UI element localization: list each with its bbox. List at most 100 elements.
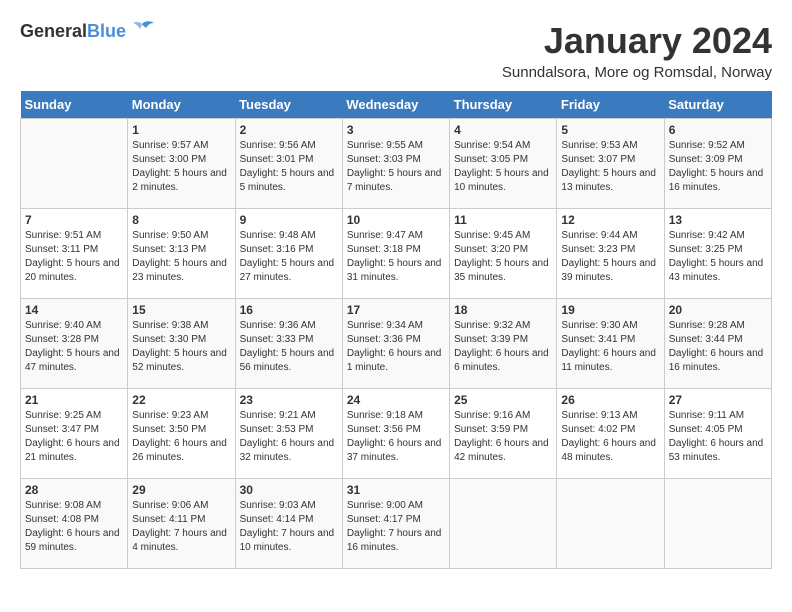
- calendar-cell: 4 Sunrise: 9:54 AMSunset: 3:05 PMDaylight…: [450, 119, 557, 209]
- day-info: Sunrise: 9:55 AMSunset: 3:03 PMDaylight:…: [347, 139, 445, 195]
- day-info: Sunrise: 9:30 AMSunset: 3:41 PMDaylight:…: [561, 319, 659, 375]
- day-info: Sunrise: 9:11 AMSunset: 4:05 PMDaylight:…: [669, 409, 767, 465]
- day-info: Sunrise: 9:48 AMSunset: 3:16 PMDaylight:…: [240, 229, 338, 285]
- weekday-header-tuesday: Tuesday: [235, 91, 342, 119]
- day-info: Sunrise: 9:25 AMSunset: 3:47 PMDaylight:…: [25, 409, 123, 465]
- logo: General Blue: [20, 20, 156, 42]
- calendar-cell: 15 Sunrise: 9:38 AMSunset: 3:30 PMDayligh…: [128, 299, 235, 389]
- logo-blue: Blue: [87, 21, 126, 42]
- day-number: 22: [132, 393, 230, 407]
- calendar-cell: 1 Sunrise: 9:57 AMSunset: 3:00 PMDaylight…: [128, 119, 235, 209]
- day-info: Sunrise: 9:23 AMSunset: 3:50 PMDaylight:…: [132, 409, 230, 465]
- day-info: Sunrise: 9:00 AMSunset: 4:17 PMDaylight:…: [347, 499, 445, 555]
- calendar-cell: [557, 479, 664, 569]
- day-number: 14: [25, 303, 123, 317]
- day-number: 9: [240, 213, 338, 227]
- day-info: Sunrise: 9:18 AMSunset: 3:56 PMDaylight:…: [347, 409, 445, 465]
- calendar-cell: 19 Sunrise: 9:30 AMSunset: 3:41 PMDayligh…: [557, 299, 664, 389]
- day-number: 1: [132, 123, 230, 137]
- calendar-cell: [664, 479, 771, 569]
- day-info: Sunrise: 9:16 AMSunset: 3:59 PMDaylight:…: [454, 409, 552, 465]
- calendar-cell: 18Sunrise: 9:32 AMSunset: 3:39 PMDayligh…: [450, 299, 557, 389]
- calendar-cell: 21 Sunrise: 9:25 AMSunset: 3:47 PMDayligh…: [21, 389, 128, 479]
- day-number: 18: [454, 303, 552, 317]
- calendar-cell: 20Sunrise: 9:28 AMSunset: 3:44 PMDayligh…: [664, 299, 771, 389]
- weekday-header-saturday: Saturday: [664, 91, 771, 119]
- day-info: Sunrise: 9:47 AMSunset: 3:18 PMDaylight:…: [347, 229, 445, 285]
- day-info: Sunrise: 9:28 AMSunset: 3:44 PMDaylight:…: [669, 319, 767, 375]
- day-info: Sunrise: 9:56 AMSunset: 3:01 PMDaylight:…: [240, 139, 338, 195]
- day-info: Sunrise: 9:45 AMSunset: 3:20 PMDaylight:…: [454, 229, 552, 285]
- day-number: 13: [669, 213, 767, 227]
- calendar-cell: 30 Sunrise: 9:03 AMSunset: 4:14 PMDayligh…: [235, 479, 342, 569]
- weekday-header-thursday: Thursday: [450, 91, 557, 119]
- calendar-cell: 28Sunrise: 9:08 AMSunset: 4:08 PMDayligh…: [21, 479, 128, 569]
- day-number: 11: [454, 213, 552, 227]
- day-info: Sunrise: 9:38 AMSunset: 3:30 PMDaylight:…: [132, 319, 230, 375]
- calendar-cell: 25 Sunrise: 9:16 AMSunset: 3:59 PMDayligh…: [450, 389, 557, 479]
- day-number: 23: [240, 393, 338, 407]
- day-number: 21: [25, 393, 123, 407]
- day-info: Sunrise: 9:54 AMSunset: 3:05 PMDaylight:…: [454, 139, 552, 195]
- calendar-week-row: 1 Sunrise: 9:57 AMSunset: 3:00 PMDaylight…: [21, 119, 772, 209]
- day-info: Sunrise: 9:53 AMSunset: 3:07 PMDaylight:…: [561, 139, 659, 195]
- day-info: Sunrise: 9:51 AMSunset: 3:11 PMDaylight:…: [25, 229, 123, 285]
- calendar-week-row: 7 Sunrise: 9:51 AMSunset: 3:11 PMDaylight…: [21, 209, 772, 299]
- day-info: Sunrise: 9:42 AMSunset: 3:25 PMDaylight:…: [669, 229, 767, 285]
- day-info: Sunrise: 9:08 AMSunset: 4:08 PMDaylight:…: [25, 499, 123, 555]
- calendar-cell: 2 Sunrise: 9:56 AMSunset: 3:01 PMDaylight…: [235, 119, 342, 209]
- day-info: Sunrise: 9:44 AMSunset: 3:23 PMDaylight:…: [561, 229, 659, 285]
- calendar-cell: 9 Sunrise: 9:48 AMSunset: 3:16 PMDaylight…: [235, 209, 342, 299]
- day-number: 2: [240, 123, 338, 137]
- calendar-cell: 22 Sunrise: 9:23 AMSunset: 3:50 PMDayligh…: [128, 389, 235, 479]
- weekday-header-row: SundayMondayTuesdayWednesdayThursdayFrid…: [21, 91, 772, 119]
- title-area: January 2024 Sunndalsora, More og Romsda…: [502, 20, 772, 81]
- calendar-cell: 8 Sunrise: 9:50 AMSunset: 3:13 PMDaylight…: [128, 209, 235, 299]
- day-number: 19: [561, 303, 659, 317]
- calendar-cell: 3Sunrise: 9:55 AMSunset: 3:03 PMDaylight…: [342, 119, 449, 209]
- day-number: 26: [561, 393, 659, 407]
- day-number: 12: [561, 213, 659, 227]
- day-info: Sunrise: 9:13 AMSunset: 4:02 PMDaylight:…: [561, 409, 659, 465]
- day-number: 30: [240, 483, 338, 497]
- day-number: 29: [132, 483, 230, 497]
- day-number: 25: [454, 393, 552, 407]
- calendar-cell: 13 Sunrise: 9:42 AMSunset: 3:25 PMDayligh…: [664, 209, 771, 299]
- calendar-cell: 6Sunrise: 9:52 AMSunset: 3:09 PMDaylight…: [664, 119, 771, 209]
- day-info: Sunrise: 9:52 AMSunset: 3:09 PMDaylight:…: [669, 139, 767, 195]
- calendar-week-row: 21 Sunrise: 9:25 AMSunset: 3:47 PMDayligh…: [21, 389, 772, 479]
- day-number: 8: [132, 213, 230, 227]
- day-number: 15: [132, 303, 230, 317]
- day-info: Sunrise: 9:50 AMSunset: 3:13 PMDaylight:…: [132, 229, 230, 285]
- calendar-week-row: 28Sunrise: 9:08 AMSunset: 4:08 PMDayligh…: [21, 479, 772, 569]
- weekday-header-wednesday: Wednesday: [342, 91, 449, 119]
- calendar-cell: 5Sunrise: 9:53 AMSunset: 3:07 PMDaylight…: [557, 119, 664, 209]
- day-info: Sunrise: 9:06 AMSunset: 4:11 PMDaylight:…: [132, 499, 230, 555]
- calendar-cell: 7 Sunrise: 9:51 AMSunset: 3:11 PMDaylight…: [21, 209, 128, 299]
- calendar-cell: 16Sunrise: 9:36 AMSunset: 3:33 PMDayligh…: [235, 299, 342, 389]
- day-info: Sunrise: 9:21 AMSunset: 3:53 PMDaylight:…: [240, 409, 338, 465]
- day-number: 4: [454, 123, 552, 137]
- calendar-cell: 26 Sunrise: 9:13 AMSunset: 4:02 PMDayligh…: [557, 389, 664, 479]
- day-number: 24: [347, 393, 445, 407]
- day-number: 27: [669, 393, 767, 407]
- calendar-cell: 24 Sunrise: 9:18 AMSunset: 3:56 PMDayligh…: [342, 389, 449, 479]
- day-number: 31: [347, 483, 445, 497]
- calendar-cell: [21, 119, 128, 209]
- calendar-cell: 29 Sunrise: 9:06 AMSunset: 4:11 PMDayligh…: [128, 479, 235, 569]
- calendar-cell: 23 Sunrise: 9:21 AMSunset: 3:53 PMDayligh…: [235, 389, 342, 479]
- logo-general: General: [20, 21, 87, 42]
- calendar-cell: 17Sunrise: 9:34 AMSunset: 3:36 PMDayligh…: [342, 299, 449, 389]
- calendar-cell: 12 Sunrise: 9:44 AMSunset: 3:23 PMDayligh…: [557, 209, 664, 299]
- calendar-table: SundayMondayTuesdayWednesdayThursdayFrid…: [20, 91, 772, 569]
- weekday-header-sunday: Sunday: [21, 91, 128, 119]
- day-info: Sunrise: 9:57 AMSunset: 3:00 PMDaylight:…: [132, 139, 230, 195]
- day-number: 7: [25, 213, 123, 227]
- logo-bird-icon: [128, 20, 156, 42]
- calendar-cell: 14 Sunrise: 9:40 AMSunset: 3:28 PMDayligh…: [21, 299, 128, 389]
- day-info: Sunrise: 9:36 AMSunset: 3:33 PMDaylight:…: [240, 319, 338, 375]
- day-info: Sunrise: 9:40 AMSunset: 3:28 PMDaylight:…: [25, 319, 123, 375]
- day-number: 10: [347, 213, 445, 227]
- calendar-cell: 10 Sunrise: 9:47 AMSunset: 3:18 PMDayligh…: [342, 209, 449, 299]
- day-info: Sunrise: 9:03 AMSunset: 4:14 PMDaylight:…: [240, 499, 338, 555]
